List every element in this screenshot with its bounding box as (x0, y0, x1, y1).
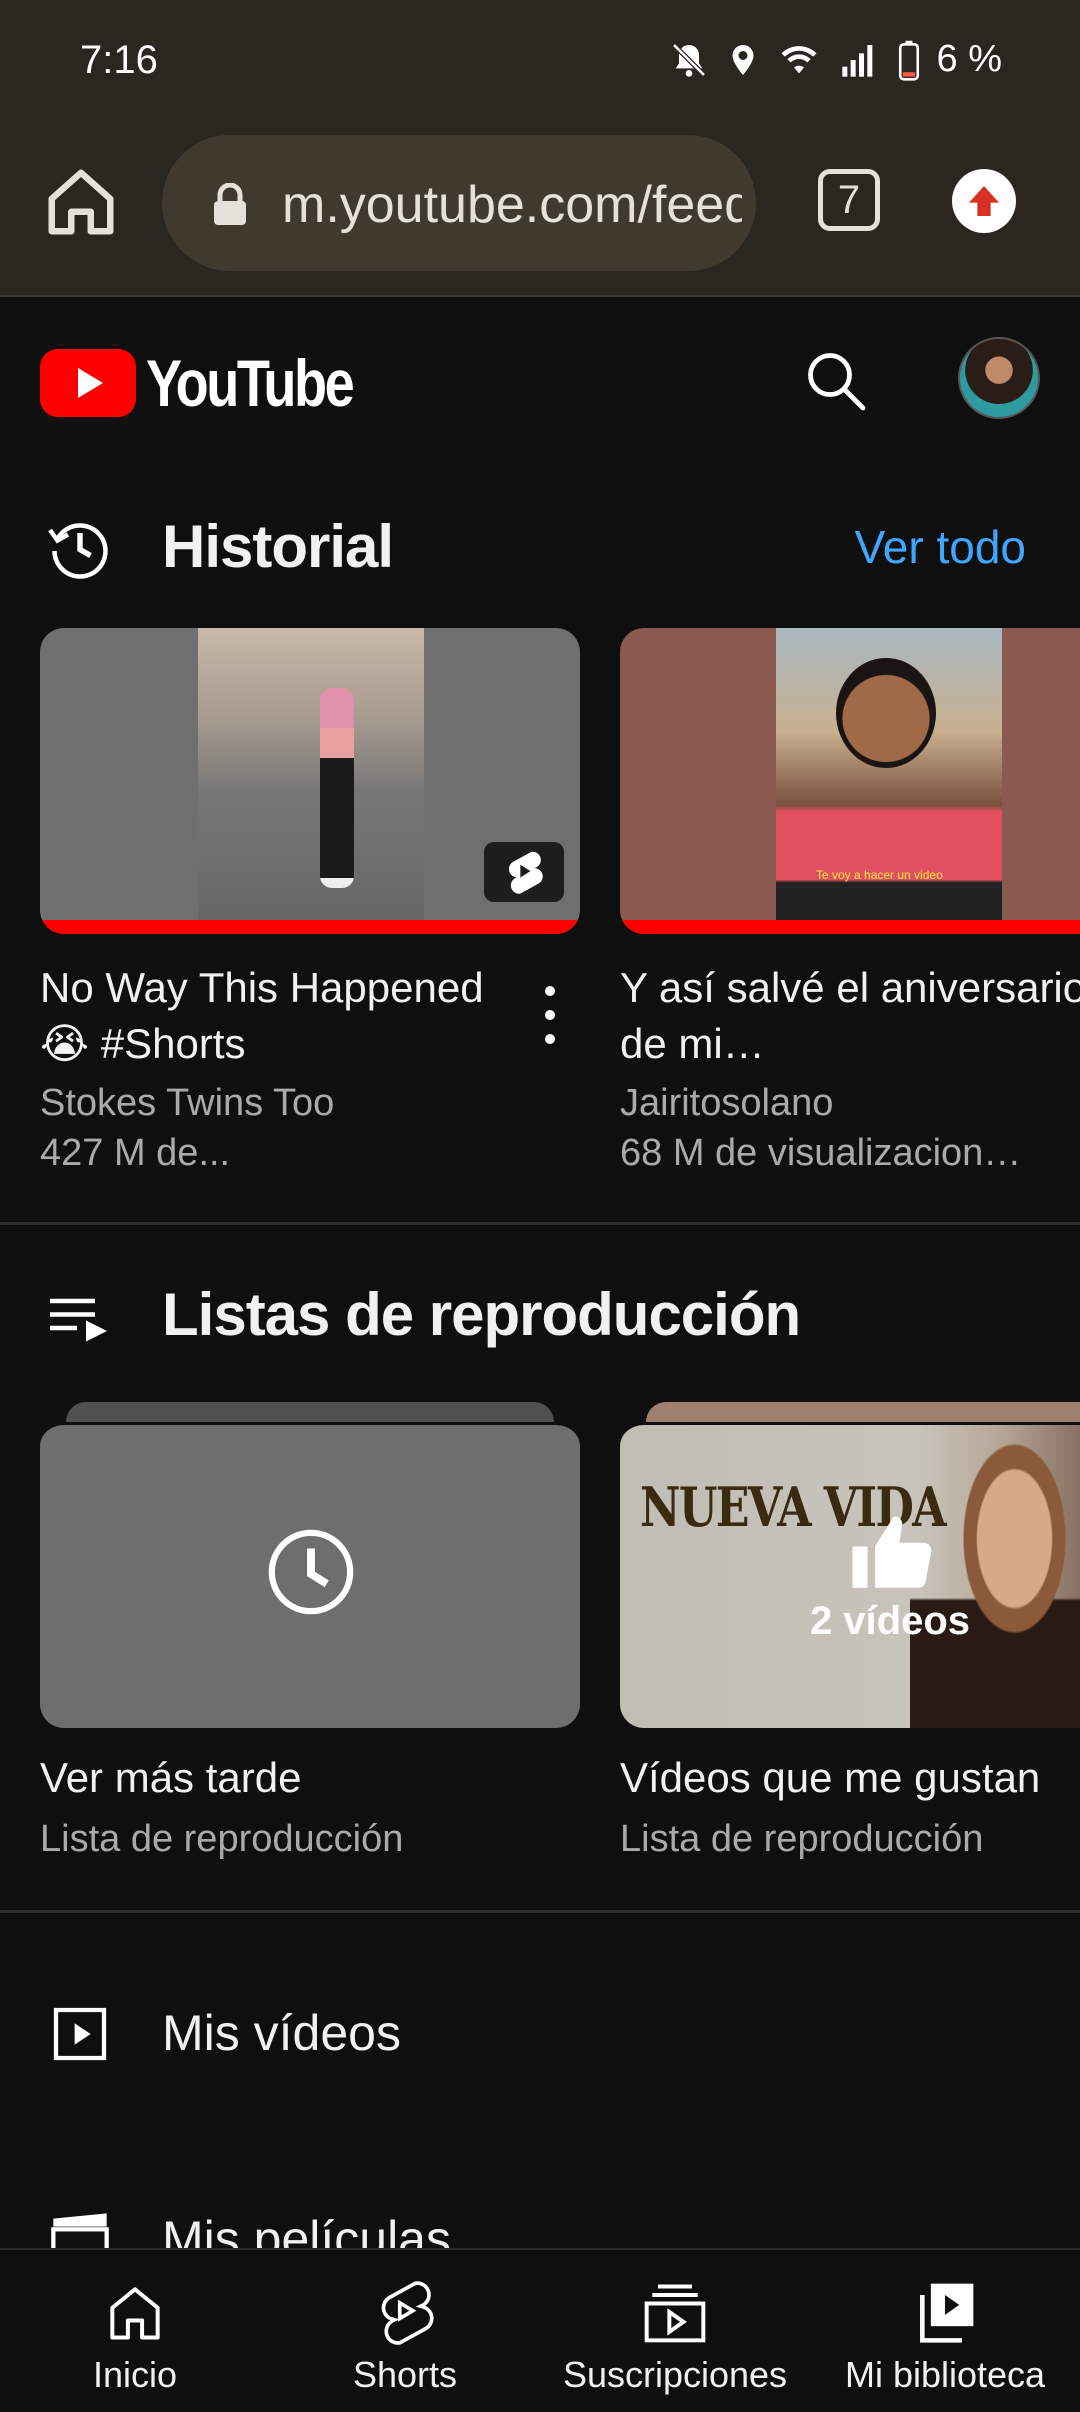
playlist-title[interactable]: Vídeos que me gustan (620, 1754, 1040, 1802)
history-video-card[interactable]: Te voy a hacer un video Y así salvé el a… (620, 628, 1080, 1178)
playlists-title: Listas de reproducción (162, 1281, 801, 1348)
search-icon (808, 353, 866, 411)
location-icon (732, 44, 754, 75)
video-count: 2 vídeos (809, 1599, 971, 1643)
video-thumbnail[interactable]: Te voy a hacer un video (620, 628, 1080, 934)
playlist-subtitle: Lista de reproducción (40, 1818, 404, 1860)
video-title[interactable]: No Way This Happened 😭 #Shorts (40, 960, 510, 1072)
account-avatar[interactable] (958, 337, 1040, 419)
playlist-subtitle: Lista de reproducción (620, 1818, 984, 1860)
nav-label: Shorts (352, 2354, 458, 2395)
shorts-badge (484, 842, 564, 902)
nav-library[interactable]: Mi biblioteca (810, 2250, 1080, 2412)
arrow-up-icon (969, 186, 999, 216)
video-views: 68 M de visualizacion… (620, 1132, 1022, 1174)
video-options-button[interactable] (530, 980, 570, 1050)
browser-home-button[interactable] (42, 163, 120, 241)
youtube-logo-text: YouTube (146, 346, 355, 420)
playlists-carousel[interactable]: Ver más tarde Lista de reproducción NUEV… (0, 1402, 1080, 1872)
wifi-icon (781, 45, 817, 73)
video-views: 427 M de... (40, 1132, 231, 1174)
person-figure (320, 688, 354, 888)
dot (545, 1010, 555, 1020)
tab-switcher-button[interactable]: 7 (818, 169, 880, 231)
video-channel: Stokes Twins Too (40, 1082, 335, 1124)
thumbnail-image (198, 628, 424, 924)
nav-label: Mi biblioteca (844, 2354, 1046, 2395)
library-item-label: Mis películas (162, 2211, 451, 2248)
nav-subscriptions[interactable]: Suscripciones (540, 2250, 810, 2412)
youtube-header: YouTube (0, 297, 1080, 457)
clapper-icon (51, 2213, 109, 2248)
battery-percent: 6 % (936, 38, 1002, 80)
lock-icon (214, 183, 246, 225)
dot (545, 986, 555, 996)
home-icon (110, 2287, 160, 2340)
battery-icon (898, 40, 919, 81)
library-item-label: Mis vídeos (162, 2005, 401, 2061)
see-all-link[interactable]: Ver todo (855, 520, 1026, 574)
address-bar[interactable]: m.youtube.com/feed/library (162, 135, 756, 271)
video-title[interactable]: Y así salvé el aniversario de mi… (620, 960, 1080, 1072)
subscriptions-icon (644, 2284, 706, 2343)
youtube-logo[interactable]: YouTube (40, 345, 398, 421)
playlist-thumbnail[interactable]: NUEVA VIDA 2 vídeos (620, 1422, 1080, 1728)
playlist-stack-edge (646, 1402, 1080, 1424)
playlist-card-liked[interactable]: NUEVA VIDA 2 vídeos Vídeos que me gustan… (620, 1402, 1080, 1872)
history-title: Historial (162, 513, 394, 580)
history-video-card[interactable]: No Way This Happened 😭 #Shorts Stokes Tw… (40, 628, 580, 1178)
history-icon (48, 523, 108, 579)
nav-label: Suscripciones (562, 2354, 788, 2395)
watch-progress-bar (620, 920, 1080, 934)
home-icon (48, 169, 114, 235)
playlist-title[interactable]: Ver más tarde (40, 1754, 301, 1802)
playlist-icon (50, 1298, 107, 1342)
nav-label: Inicio (92, 2354, 178, 2395)
playlists-header: Listas de reproducción (0, 1262, 1080, 1362)
playlist-card-watch-later[interactable]: Ver más tarde Lista de reproducción (40, 1402, 580, 1872)
history-carousel[interactable]: No Way This Happened 😭 #Shorts Stokes Tw… (0, 628, 1080, 1188)
section-divider (0, 1910, 1080, 1913)
mute-icon (671, 42, 706, 77)
section-divider (0, 1222, 1080, 1225)
thumbnail-image: Te voy a hacer un video (776, 628, 1002, 924)
browser-toolbar: m.youtube.com/feed/library 7 (0, 125, 1080, 297)
dot (545, 1034, 555, 1044)
face-figure (836, 658, 936, 768)
status-time: 7:16 (80, 38, 158, 82)
youtube-play-logo-icon (40, 349, 136, 417)
signal-icon (841, 44, 872, 77)
bottom-navigation: Inicio Shorts Suscripciones Mi bibliotec… (0, 2248, 1080, 2412)
clock-icon (268, 1529, 354, 1615)
status-icons: 6 % (669, 38, 1002, 81)
shorts-icon (381, 2281, 434, 2345)
update-button[interactable] (952, 169, 1016, 233)
watch-progress-bar (40, 920, 580, 934)
nav-home[interactable]: Inicio (0, 2250, 270, 2412)
liked-overlay: 2 vídeos (620, 1425, 1080, 1728)
play-square-icon (53, 2007, 107, 2061)
library-item-my-movies[interactable]: Mis películas (0, 2180, 1080, 2248)
history-header: Historial Ver todo (0, 494, 1080, 594)
library-item-my-videos[interactable]: Mis vídeos (0, 1974, 1080, 2094)
video-channel: Jairitosolano (620, 1082, 834, 1124)
shorts-icon (508, 851, 543, 894)
playlist-thumbnail[interactable] (40, 1422, 580, 1728)
search-button[interactable] (800, 345, 872, 417)
url-text: m.youtube.com/feed/library (282, 176, 742, 234)
library-icon (920, 2283, 974, 2343)
thumbs-up-icon (852, 1516, 932, 1588)
video-thumbnail[interactable] (40, 628, 580, 934)
thumbnail-caption: Te voy a hacer un video (816, 868, 943, 882)
nav-shorts[interactable]: Shorts (270, 2250, 540, 2412)
playlist-stack-edge (66, 1402, 554, 1424)
status-bar: 7:16 6 % (0, 0, 1080, 125)
